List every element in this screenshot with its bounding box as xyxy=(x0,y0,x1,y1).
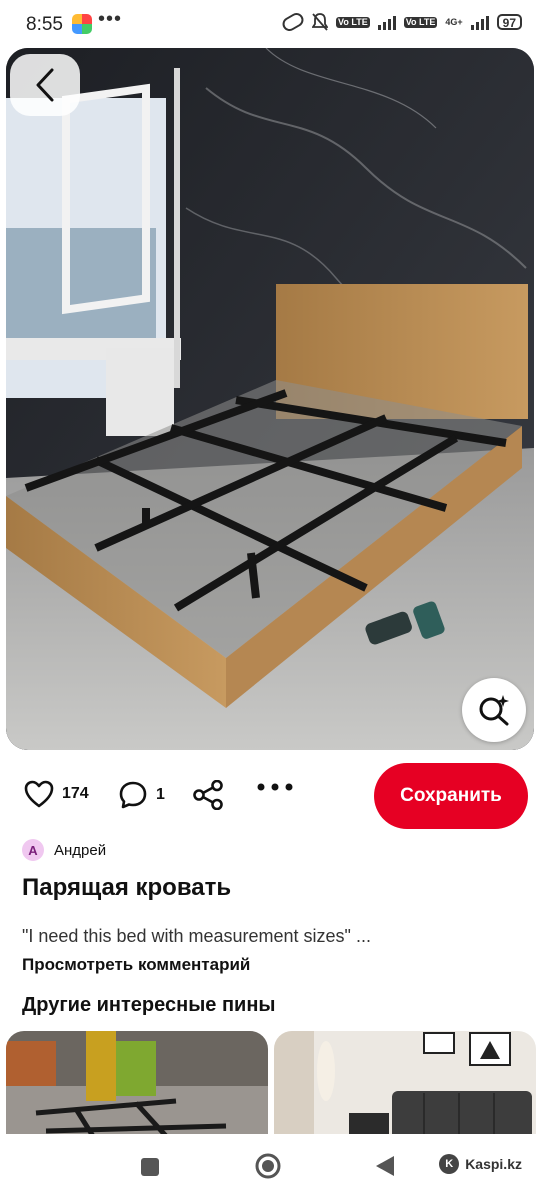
pin-card[interactable] xyxy=(6,1031,268,1134)
share-button[interactable] xyxy=(192,780,224,810)
like-count: 174 xyxy=(62,785,89,802)
home-circle-icon xyxy=(255,1153,281,1179)
comment-button[interactable]: 1 xyxy=(118,780,165,810)
more-options-button[interactable] xyxy=(256,782,294,792)
status-indicators: Vo LTE Vo LTE 4G+ 97 xyxy=(280,10,522,34)
kaspi-logo-icon: K xyxy=(439,1154,460,1174)
pin-image[interactable] xyxy=(6,48,534,750)
mute-bell-icon xyxy=(312,13,329,31)
link-icon xyxy=(280,10,307,34)
network-type: 4G+ xyxy=(445,16,463,27)
more-dots-icon xyxy=(257,783,293,791)
back-button[interactable] xyxy=(10,54,80,116)
pin-thumbnail xyxy=(6,1031,268,1134)
volte-icon: Vo LTE xyxy=(336,16,370,28)
signal-icon xyxy=(377,14,396,30)
pin-thumbnail xyxy=(274,1031,536,1134)
heart-icon xyxy=(24,780,54,808)
home-button[interactable] xyxy=(254,1152,282,1185)
app-notification-icon xyxy=(72,14,92,34)
bed-photo xyxy=(6,48,534,750)
square-icon xyxy=(141,1158,159,1176)
signal-icon-2 xyxy=(470,14,489,30)
comment-icon xyxy=(119,781,147,809)
kaspi-label: Kaspi.kz xyxy=(465,1156,522,1172)
battery-indicator: 97 xyxy=(496,14,522,30)
avatar[interactable]: А xyxy=(22,839,44,861)
visual-search-icon xyxy=(479,695,509,726)
view-comments-link[interactable]: Просмотреть комментарий xyxy=(22,955,250,975)
back-nav-button[interactable] xyxy=(374,1154,396,1183)
comment-count: 1 xyxy=(156,786,165,803)
pin-card[interactable] xyxy=(274,1031,536,1134)
triangle-back-icon xyxy=(376,1156,394,1176)
system-nav-bar: K Kaspi.kz xyxy=(0,1134,540,1200)
status-time: 8:55 xyxy=(26,14,63,35)
status-bar: 8:55 ••• Vo LTE Vo LTE 4G+ 97 xyxy=(0,0,540,48)
author-name[interactable]: Андрей xyxy=(54,842,106,859)
pin-title: Парящая кровать xyxy=(22,874,232,901)
more-pins-title: Другие интересные пины xyxy=(22,994,276,1016)
more-notifications-icon: ••• xyxy=(98,8,123,30)
kaspi-shortcut[interactable]: K Kaspi.kz xyxy=(439,1154,522,1174)
recent-apps-button[interactable] xyxy=(139,1156,161,1183)
share-icon xyxy=(193,780,223,810)
pin-actions: 174 1 Сохранить xyxy=(0,760,540,832)
like-button[interactable]: 174 xyxy=(24,780,89,808)
visual-search-button[interactable] xyxy=(462,678,526,742)
volte-icon-2: Vo LTE xyxy=(403,16,438,28)
more-pins-grid xyxy=(0,1031,540,1134)
save-button[interactable]: Сохранить xyxy=(374,763,528,829)
author-row[interactable]: А Андрей xyxy=(22,839,106,861)
comment-preview[interactable]: "I need this bed with measurement sizes"… xyxy=(22,926,371,947)
chevron-left-icon xyxy=(36,68,54,102)
